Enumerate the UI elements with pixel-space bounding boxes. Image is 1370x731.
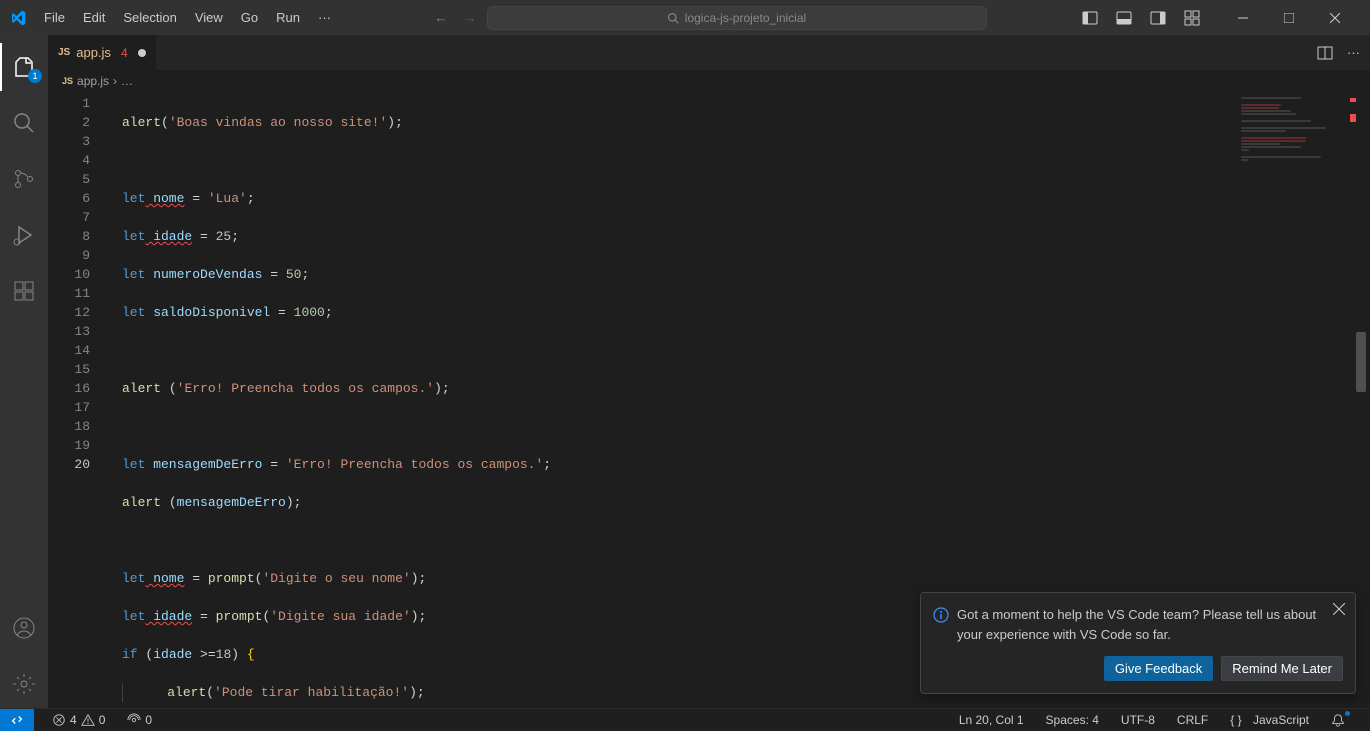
menu-file[interactable]: File bbox=[36, 6, 73, 29]
layout-customize-icon[interactable] bbox=[1184, 10, 1200, 26]
tab-app-js[interactable]: JS app.js 4 bbox=[48, 35, 157, 70]
notification-text: Got a moment to help the VS Code team? P… bbox=[957, 605, 1343, 644]
breadcrumb-more: … bbox=[121, 74, 133, 88]
status-language[interactable]: { } JavaScript bbox=[1226, 713, 1313, 727]
activity-settings-icon[interactable] bbox=[0, 660, 48, 708]
maximize-icon[interactable] bbox=[1266, 0, 1312, 35]
activity-accounts-icon[interactable] bbox=[0, 604, 48, 652]
explorer-badge: 1 bbox=[28, 69, 42, 83]
status-eol[interactable]: CRLF bbox=[1173, 713, 1212, 727]
menu-run[interactable]: Run bbox=[268, 6, 308, 29]
tab-filename: app.js bbox=[76, 45, 111, 60]
activity-explorer-icon[interactable]: 1 bbox=[0, 43, 48, 91]
tab-problem-count: 4 bbox=[121, 46, 128, 60]
status-problems[interactable]: 4 0 bbox=[48, 713, 109, 727]
command-center[interactable]: logica-js-projeto_inicial bbox=[487, 6, 987, 30]
nav-forward-icon[interactable]: → bbox=[464, 10, 477, 25]
vscode-logo-icon bbox=[8, 8, 28, 28]
status-bell-icon[interactable] bbox=[1327, 713, 1358, 727]
titlebar: File Edit Selection View Go Run ··· ← → … bbox=[0, 0, 1370, 35]
statusbar: 4 0 0 Ln 20, Col 1 Spaces: 4 UTF-8 CRLF … bbox=[0, 708, 1370, 730]
js-file-icon: JS bbox=[58, 47, 70, 58]
minimize-icon[interactable] bbox=[1220, 0, 1266, 35]
menu-go[interactable]: Go bbox=[233, 6, 266, 29]
remind-later-button[interactable]: Remind Me Later bbox=[1221, 656, 1343, 681]
activity-debug-icon[interactable] bbox=[0, 211, 48, 259]
activity-bar: 1 bbox=[0, 35, 48, 708]
notification-close-icon[interactable] bbox=[1333, 603, 1345, 615]
tab-dirty-icon bbox=[138, 49, 146, 57]
remote-indicator-icon[interactable] bbox=[0, 709, 34, 731]
layout-panel-icon[interactable] bbox=[1116, 10, 1132, 26]
layout-sidebar-left-icon[interactable] bbox=[1082, 10, 1098, 26]
line-gutter: 1234567891011121314151617181920 bbox=[48, 92, 108, 708]
give-feedback-button[interactable]: Give Feedback bbox=[1104, 656, 1213, 681]
breadcrumb[interactable]: JS app.js › … bbox=[48, 70, 1370, 92]
menu-selection[interactable]: Selection bbox=[115, 6, 184, 29]
breadcrumb-sep: › bbox=[113, 74, 117, 88]
command-center-text: logica-js-projeto_inicial bbox=[685, 11, 806, 25]
layout-sidebar-right-icon[interactable] bbox=[1150, 10, 1166, 26]
activity-source-control-icon[interactable] bbox=[0, 155, 48, 203]
activity-search-icon[interactable] bbox=[0, 99, 48, 147]
more-actions-icon[interactable]: ··· bbox=[1347, 45, 1360, 60]
status-ports[interactable]: 0 bbox=[123, 713, 156, 727]
menu-edit[interactable]: Edit bbox=[75, 6, 113, 29]
close-icon[interactable] bbox=[1312, 0, 1358, 35]
js-file-icon: JS bbox=[62, 76, 73, 86]
activity-extensions-icon[interactable] bbox=[0, 267, 48, 315]
nav-back-icon[interactable]: ← bbox=[435, 10, 448, 25]
status-encoding[interactable]: UTF-8 bbox=[1117, 713, 1159, 727]
scroll-handle-icon[interactable] bbox=[1356, 332, 1366, 392]
menu-bar: File Edit Selection View Go Run ··· bbox=[36, 6, 339, 29]
feedback-notification: Got a moment to help the VS Code team? P… bbox=[920, 592, 1356, 694]
tab-bar: JS app.js 4 ··· bbox=[48, 35, 1370, 70]
breadcrumb-file: app.js bbox=[77, 74, 109, 88]
status-indent[interactable]: Spaces: 4 bbox=[1042, 713, 1103, 727]
split-editor-icon[interactable] bbox=[1317, 45, 1333, 61]
menu-more-icon[interactable]: ··· bbox=[310, 6, 339, 29]
info-icon bbox=[933, 607, 949, 644]
title-center: ← → logica-js-projeto_inicial bbox=[343, 6, 1078, 30]
menu-view[interactable]: View bbox=[187, 6, 231, 29]
status-cursor[interactable]: Ln 20, Col 1 bbox=[955, 713, 1028, 727]
